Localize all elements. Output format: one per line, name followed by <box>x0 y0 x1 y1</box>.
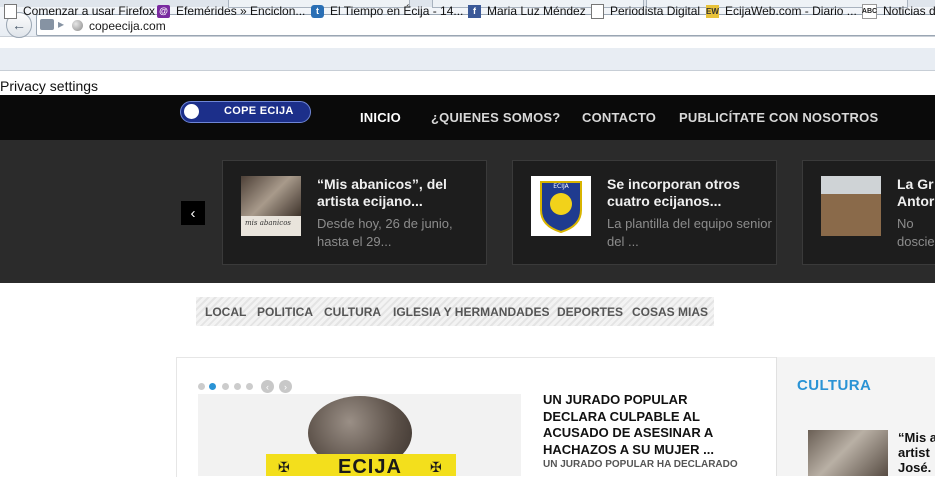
chevron-left-icon: ‹ <box>266 381 269 392</box>
feature-image-text: ECIJA <box>338 456 402 476</box>
cross-icon: ✠ <box>278 459 290 475</box>
card-thumbnail: mis abanicos <box>241 176 301 236</box>
card-excerpt: Desde hoy, 26 de junio, hasta el 29... <box>317 216 453 249</box>
card-title[interactable]: Se incorporan otros cuatro ecijanos... <box>607 176 767 210</box>
sidebar-item-title[interactable]: “Mis a artist José. <box>898 430 935 475</box>
slider-card[interactable]: ECIJA Se incorporan otros cuatro ecijano… <box>512 160 777 265</box>
nav-quienes-somos[interactable]: ¿QUIENES SOMOS? <box>431 110 560 125</box>
card-title[interactable]: “Mis abanicos”, del artista ecijano... <box>317 176 477 210</box>
ew-icon: EW <box>706 4 719 18</box>
blank-page-icon <box>591 3 604 19</box>
card-excerpt: No doscie <box>897 216 935 249</box>
category-iglesia-hermandades[interactable]: IGLESIA Y HERMANDADES <box>393 305 549 319</box>
globe-icon <box>72 20 83 31</box>
bookmark-item[interactable]: EW EcijaWeb.com - Diario ... <box>706 3 857 19</box>
nav-inicio[interactable]: INICIO <box>360 110 401 125</box>
feature-headline[interactable]: UN JURADO POPULAR DECLARA CULPABLE AL AC… <box>543 392 743 458</box>
category-cosas-mias[interactable]: COSAS MIAS <box>632 305 708 319</box>
sidebar-item-text: “Mis a artist José. <box>898 430 935 475</box>
site-logo[interactable]: COPE ECIJA <box>180 101 311 123</box>
bookmark-item[interactable]: @ Efemérides » Enciclon... <box>157 3 305 19</box>
sidebar-thumbnail[interactable] <box>808 430 888 476</box>
bookmark-label: Noticias d <box>883 4 935 18</box>
abc-icon: ABC <box>862 3 877 19</box>
svg-text:ECIJA: ECIJA <box>553 183 569 190</box>
blank-page-icon <box>4 3 17 19</box>
privacy-settings-link[interactable]: Privacy settings <box>0 78 98 94</box>
thumb-caption: mis abanicos <box>245 219 291 227</box>
category-deportes[interactable]: DEPORTES <box>557 305 623 319</box>
bookmarks-bar <box>0 48 935 71</box>
logo-text: COPE ECIJA <box>224 105 294 117</box>
sidebar-heading: CULTURA <box>797 377 872 394</box>
feature-subline: UN JURADO POPULAR HA DECLARADO <box>543 459 738 470</box>
slide-dot[interactable] <box>198 383 205 390</box>
slider-prev-button[interactable]: ‹ <box>181 201 205 225</box>
card-title[interactable]: La Gr Antor <box>897 176 935 210</box>
club-crest-icon: ECIJA <box>531 176 591 236</box>
purple-swirl-icon: @ <box>157 4 170 18</box>
category-cultura[interactable]: CULTURA <box>324 305 381 319</box>
bookmark-item[interactable]: t El Tiempo en Écija - 14... <box>311 3 463 19</box>
bookmark-item[interactable]: Comenzar a usar Firefox <box>4 3 155 19</box>
url-text[interactable]: copeecija.com <box>89 19 166 33</box>
bookmark-item[interactable]: f Maria Luz Méndez <box>468 3 586 19</box>
next-slide-button[interactable]: › <box>279 380 292 393</box>
category-politica[interactable]: POLITICA <box>257 305 313 319</box>
arrow-left-icon: ← <box>12 17 26 33</box>
bookmark-item[interactable]: Periodista Digital <box>591 3 700 19</box>
history-icon[interactable] <box>40 19 54 30</box>
card-excerpt: La plantilla del equipo senior del ... <box>607 216 772 249</box>
category-local[interactable]: LOCAL <box>205 305 246 319</box>
nav-contacto[interactable]: CONTACTO <box>582 110 656 125</box>
card-thumbnail <box>821 176 881 236</box>
bookmark-label: El Tiempo en Écija - 14... <box>330 4 464 18</box>
prev-slide-button[interactable]: ‹ <box>261 380 274 393</box>
bookmark-item[interactable]: ABC Noticias d <box>862 3 935 19</box>
bookmark-label: Maria Luz Méndez <box>487 4 586 18</box>
feature-image[interactable]: ✠ ECIJA ✠ <box>198 394 521 476</box>
slide-dot[interactable] <box>234 383 241 390</box>
slider-card[interactable]: mis abanicos “Mis abanicos”, del artista… <box>222 160 487 265</box>
weather-icon: t <box>311 4 324 18</box>
bookmark-label: Comenzar a usar Firefox <box>23 4 156 18</box>
chevron-left-icon: ‹ <box>190 204 196 222</box>
slide-dot-active[interactable] <box>209 383 216 390</box>
facebook-icon: f <box>468 4 481 18</box>
bookmark-label: Efemérides » Enciclon... <box>176 4 306 18</box>
slider-card[interactable]: La Gr Antor No doscie <box>802 160 935 265</box>
separator-icon: ▸ <box>58 17 65 31</box>
nav-publicitate[interactable]: PUBLICÍTATE CON NOSOTROS <box>679 110 878 125</box>
slide-dot[interactable] <box>222 383 229 390</box>
card-thumbnail: ECIJA <box>531 176 591 236</box>
logo-mark-icon <box>182 102 201 121</box>
slide-dot[interactable] <box>246 383 253 390</box>
bookmark-label: EcijaWeb.com - Diario ... <box>725 4 857 18</box>
cross-icon: ✠ <box>430 459 442 475</box>
chevron-right-icon: › <box>284 381 287 392</box>
bookmark-label: Periodista Digital <box>610 4 701 18</box>
